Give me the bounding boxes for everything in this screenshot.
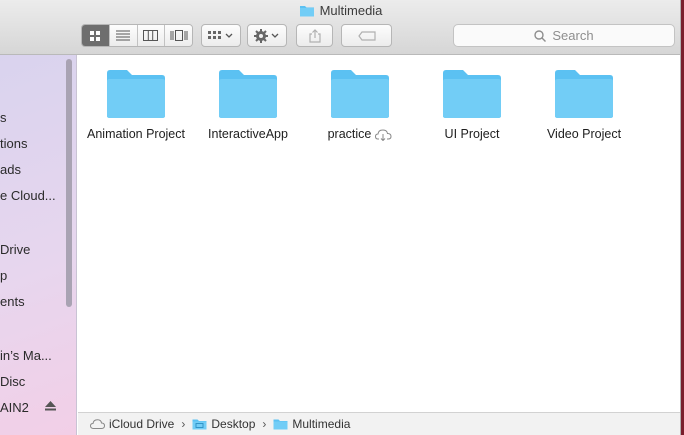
view-mode-switcher[interactable]	[81, 24, 193, 47]
folder-icon	[219, 70, 277, 118]
path-item-icloud-drive[interactable]: iCloud Drive	[90, 417, 174, 431]
edit-tags-button[interactable]	[341, 24, 392, 47]
sidebar-item-label: Drive	[0, 242, 31, 257]
sidebar-scrollbar[interactable]	[66, 59, 72, 307]
sidebar-item-label: in’s Ma...	[0, 348, 52, 363]
folder-icon	[273, 419, 288, 430]
search-icon	[534, 29, 547, 42]
folder-name: practice	[327, 127, 372, 141]
sidebar-item-label: Disc	[0, 374, 26, 389]
folder-item[interactable]: UI Project	[416, 69, 528, 141]
cover-flow-button[interactable]	[165, 25, 192, 46]
window-title-text: Multimedia	[319, 3, 383, 18]
sidebar-item[interactable]: Drive	[0, 242, 30, 257]
sidebar-item[interactable]: p	[0, 268, 7, 283]
group-grid-icon	[208, 31, 233, 39]
finder-window: Multimedia Search s tions ads e Cloud...…	[0, 0, 681, 435]
sidebar-item-label: ads	[0, 162, 21, 177]
folder-item[interactable]: Animation Project	[80, 69, 192, 141]
folder-icon	[555, 70, 613, 118]
sidebar-item-label: AIN2	[0, 400, 29, 415]
sidebar-item[interactable]: e Cloud...	[0, 188, 56, 203]
sidebar-item[interactable]: in’s Ma...	[0, 348, 52, 363]
sidebar-item[interactable]: Disc	[0, 374, 25, 389]
sidebar-item-label: tions	[0, 136, 28, 151]
sidebar-item-label: ents	[0, 294, 25, 309]
folder-item[interactable]: InteractiveApp	[192, 69, 304, 141]
group-by-button[interactable]	[201, 24, 241, 47]
path-label: Desktop	[211, 417, 256, 431]
sidebar-item[interactable]: ads	[0, 162, 21, 177]
share-icon	[308, 28, 321, 43]
folder-label: practice	[304, 127, 416, 141]
sidebar-item-label: p	[0, 268, 8, 283]
action-menu-button[interactable]	[247, 24, 287, 47]
folder-icon	[331, 70, 389, 118]
list-view-button[interactable]	[109, 25, 138, 46]
path-item-desktop[interactable]: Desktop	[192, 417, 255, 431]
icon-view-icon	[90, 30, 101, 41]
share-button[interactable]	[296, 24, 333, 47]
path-bar: iCloud Drive › Desktop › Multimedia	[78, 412, 680, 435]
folder-item[interactable]: practice	[304, 69, 416, 141]
path-label: Multimedia	[292, 417, 351, 431]
gear-icon	[254, 28, 279, 43]
cloud-icon	[90, 419, 105, 429]
list-view-icon	[116, 30, 131, 41]
sidebar-item[interactable]: AIN2	[0, 400, 29, 415]
folder-icon	[443, 70, 501, 118]
folder-name: Animation Project	[87, 127, 185, 141]
file-area: Animation Project InteractiveApp practic…	[78, 55, 680, 412]
folder-item[interactable]: Video Project	[528, 69, 640, 141]
cloud-download-icon[interactable]	[375, 129, 392, 141]
path-label: iCloud Drive	[109, 417, 175, 431]
folder-icon	[107, 70, 165, 118]
sidebar-item[interactable]: s	[0, 110, 7, 125]
icon-view-button[interactable]	[82, 25, 110, 46]
folder-name: InteractiveApp	[208, 127, 288, 141]
eject-icon[interactable]	[45, 401, 56, 411]
folder-name: Video Project	[546, 127, 622, 141]
tag-icon	[357, 30, 376, 41]
sidebar-item-label: e Cloud...	[0, 188, 56, 203]
desktop-folder-icon	[192, 419, 207, 430]
sidebar-item[interactable]: tions	[0, 136, 27, 151]
column-view-icon	[143, 30, 159, 41]
sidebar: s tions ads e Cloud... Drive p ents in’s…	[0, 55, 77, 435]
search-placeholder: Search	[552, 28, 594, 43]
window-title: Multimedia	[0, 3, 680, 18]
search-field[interactable]: Search	[453, 24, 675, 47]
folder-name: UI Project	[444, 127, 500, 141]
sidebar-item-label: s	[0, 110, 7, 125]
cover-flow-icon	[170, 30, 188, 41]
chevron-right-icon: ›	[262, 417, 267, 431]
sidebar-item[interactable]: ents	[0, 294, 25, 309]
path-item-multimedia[interactable]: Multimedia	[273, 417, 350, 431]
folder-icon	[299, 6, 314, 17]
column-view-button[interactable]	[137, 25, 166, 46]
toolbar: Multimedia Search	[0, 0, 680, 55]
chevron-right-icon: ›	[181, 417, 186, 431]
